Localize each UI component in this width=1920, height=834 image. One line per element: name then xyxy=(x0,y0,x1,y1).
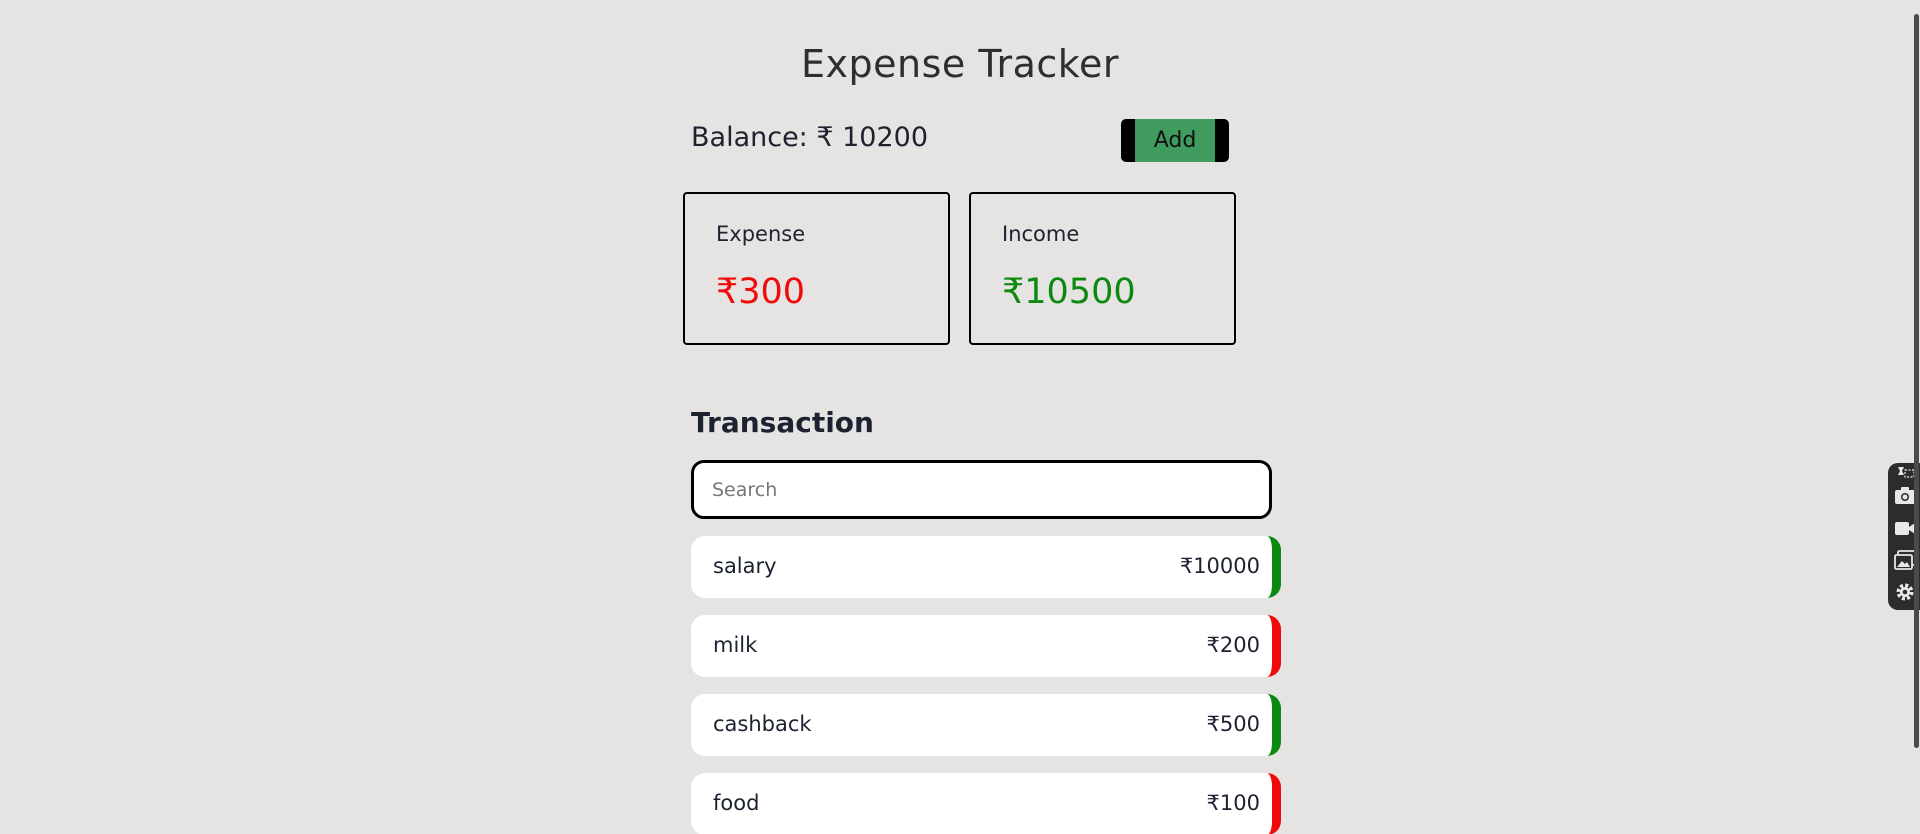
list-item[interactable]: food ₹100 xyxy=(691,773,1281,834)
summary-cards: Expense ₹300 Income ₹10500 xyxy=(683,192,1243,345)
camera-icon[interactable] xyxy=(1894,484,1916,506)
scrollbar-thumb[interactable] xyxy=(1914,14,1919,748)
list-item[interactable]: milk ₹200 xyxy=(691,615,1281,677)
transaction-name: salary xyxy=(713,554,777,578)
transaction-name: cashback xyxy=(713,712,812,736)
transaction-heading: Transaction xyxy=(691,406,874,439)
transaction-amount: ₹500 xyxy=(1206,712,1260,736)
expense-card: Expense ₹300 xyxy=(683,192,950,345)
income-card: Income ₹10500 xyxy=(969,192,1236,345)
balance-row: Balance: ₹ 10200 Add xyxy=(691,118,1231,162)
transaction-amount: ₹100 xyxy=(1206,791,1260,815)
transaction-name: food xyxy=(713,791,760,815)
search-input[interactable] xyxy=(691,460,1272,519)
expense-amount: ₹300 xyxy=(716,272,806,312)
add-button[interactable]: Add xyxy=(1121,119,1229,162)
balance-text: Balance: ₹ 10200 xyxy=(691,122,929,153)
income-label: Income xyxy=(1002,222,1080,246)
page: Expense Tracker Balance: ₹ 10200 Add Exp… xyxy=(0,0,1920,834)
gallery-icon[interactable] xyxy=(1894,549,1916,571)
transaction-name: milk xyxy=(713,633,758,657)
list-item[interactable]: cashback ₹500 xyxy=(691,694,1281,756)
page-scrollbar[interactable] xyxy=(1914,0,1920,834)
transaction-list: salary ₹10000 milk ₹200 cashback ₹500 fo… xyxy=(691,536,1281,834)
gear-icon[interactable] xyxy=(1894,581,1916,603)
transaction-amount: ₹200 xyxy=(1206,633,1260,657)
video-icon[interactable] xyxy=(1894,517,1916,539)
transaction-amount: ₹10000 xyxy=(1179,554,1260,578)
expense-label: Expense xyxy=(716,222,806,246)
list-item[interactable]: salary ₹10000 xyxy=(691,536,1281,598)
income-amount: ₹10500 xyxy=(1002,272,1136,312)
page-title: Expense Tracker xyxy=(801,42,1119,86)
